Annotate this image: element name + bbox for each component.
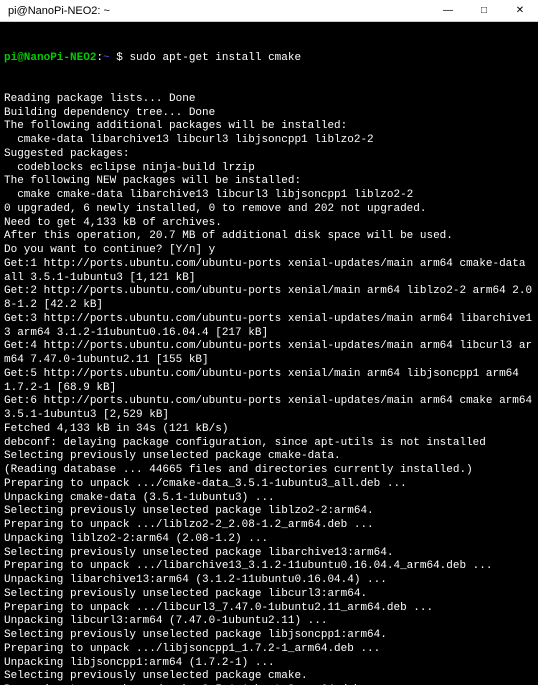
output-line: Selecting previously unselected package … [4,670,534,684]
window-titlebar: pi@NanoPi-NEO2: ~ — □ ✕ [0,0,538,22]
output-line: Preparing to unpack .../liblzo2-2_2.08-1… [4,519,534,533]
output-line: Get:5 http://ports.ubuntu.com/ubuntu-por… [4,368,534,396]
output-line: cmake cmake-data libarchive13 libcurl3 l… [4,189,534,203]
output-line: Selecting previously unselected package … [4,450,534,464]
output-line: Unpacking libarchive13:arm64 (3.1.2-11ub… [4,574,534,588]
output-line: Building dependency tree... Done [4,107,534,121]
output-line: Need to get 4,133 kB of archives. [4,217,534,231]
output-line: The following NEW packages will be insta… [4,175,534,189]
output-line: Get:3 http://ports.ubuntu.com/ubuntu-por… [4,313,534,341]
output-line: cmake-data libarchive13 libcurl3 libjson… [4,134,534,148]
output-line: Selecting previously unselected package … [4,588,534,602]
prompt-path: ~ [103,52,110,64]
minimize-button[interactable]: — [430,0,466,21]
output-line: Selecting previously unselected package … [4,505,534,519]
output-line: codeblocks eclipse ninja-build lrzip [4,162,534,176]
window-controls: — □ ✕ [430,0,538,21]
window-title: pi@NanoPi-NEO2: ~ [8,5,110,17]
output-line: The following additional packages will b… [4,120,534,134]
output-line: Unpacking libjsoncpp1:arm64 (1.7.2-1) ..… [4,657,534,671]
output-line: (Reading database ... 44665 files and di… [4,464,534,478]
output-line: Preparing to unpack .../libjsoncpp1_1.7.… [4,643,534,657]
output-line: Preparing to unpack .../libcurl3_7.47.0-… [4,602,534,616]
output-line: Fetched 4,133 kB in 34s (121 kB/s) [4,423,534,437]
output-line: Get:1 http://ports.ubuntu.com/ubuntu-por… [4,258,534,286]
output-line: Preparing to unpack .../cmake-data_3.5.1… [4,478,534,492]
prompt-line: pi@NanoPi-NEO2:~ $ sudo apt-get install … [4,52,534,66]
output-line: Get:2 http://ports.ubuntu.com/ubuntu-por… [4,285,534,313]
output-line: Selecting previously unselected package … [4,547,534,561]
output-line: Reading package lists... Done [4,93,534,107]
output-line: After this operation, 20.7 MB of additio… [4,230,534,244]
terminal-area[interactable]: pi@NanoPi-NEO2:~ $ sudo apt-get install … [0,22,538,685]
terminal-output: Reading package lists... DoneBuilding de… [4,93,534,685]
prompt-dollar: $ [110,52,130,64]
output-line: Unpacking liblzo2-2:arm64 (2.08-1.2) ... [4,533,534,547]
close-button[interactable]: ✕ [502,0,538,21]
output-line: debconf: delaying package configuration,… [4,437,534,451]
output-line: Suggested packages: [4,148,534,162]
output-line: Unpacking cmake-data (3.5.1-1ubuntu3) ..… [4,492,534,506]
output-line: Preparing to unpack .../libarchive13_3.1… [4,560,534,574]
output-line: Get:6 http://ports.ubuntu.com/ubuntu-por… [4,395,534,423]
output-line: 0 upgraded, 6 newly installed, 0 to remo… [4,203,534,217]
prompt-userhost: pi@NanoPi-NEO2 [4,52,96,64]
output-line: Get:4 http://ports.ubuntu.com/ubuntu-por… [4,340,534,368]
maximize-button[interactable]: □ [466,0,502,21]
output-line: Do you want to continue? [Y/n] y [4,244,534,258]
output-line: Selecting previously unselected package … [4,629,534,643]
output-line: Unpacking libcurl3:arm64 (7.47.0-1ubuntu… [4,615,534,629]
command-input: sudo apt-get install cmake [129,52,301,64]
